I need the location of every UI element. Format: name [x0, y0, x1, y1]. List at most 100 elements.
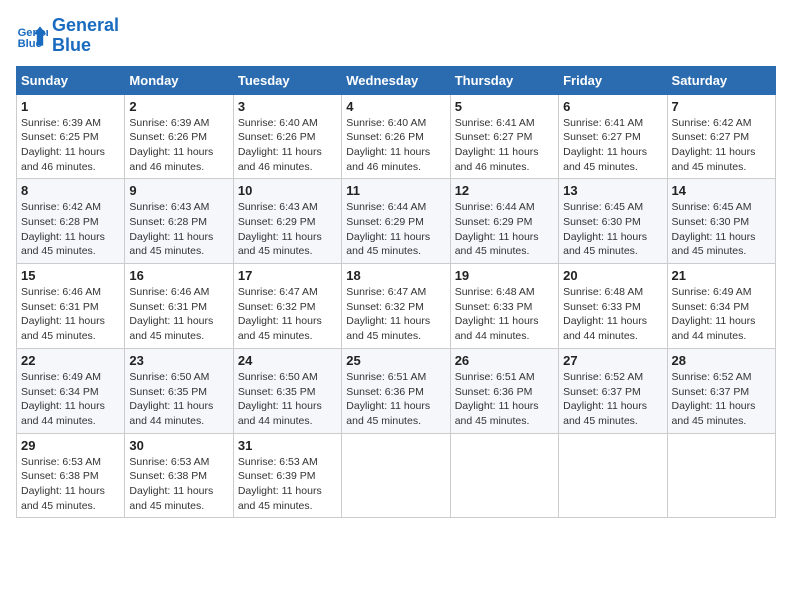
day-number: 21 — [672, 268, 771, 283]
day-number: 3 — [238, 99, 337, 114]
calendar-cell: 22 Sunrise: 6:49 AM Sunset: 6:34 PM Dayl… — [17, 348, 125, 433]
calendar-cell: 5 Sunrise: 6:41 AM Sunset: 6:27 PM Dayli… — [450, 94, 558, 179]
day-info: Sunrise: 6:43 AM Sunset: 6:29 PM Dayligh… — [238, 200, 337, 259]
week-row-1: 1 Sunrise: 6:39 AM Sunset: 6:25 PM Dayli… — [17, 94, 776, 179]
day-number: 1 — [21, 99, 120, 114]
weekday-header-tuesday: Tuesday — [233, 66, 341, 94]
day-number: 24 — [238, 353, 337, 368]
day-number: 23 — [129, 353, 228, 368]
week-row-3: 15 Sunrise: 6:46 AM Sunset: 6:31 PM Dayl… — [17, 264, 776, 349]
day-info: Sunrise: 6:53 AM Sunset: 6:38 PM Dayligh… — [129, 455, 228, 514]
calendar-cell: 10 Sunrise: 6:43 AM Sunset: 6:29 PM Dayl… — [233, 179, 341, 264]
logo-text-general: General — [52, 16, 119, 36]
day-number: 29 — [21, 438, 120, 453]
day-number: 11 — [346, 183, 445, 198]
calendar-cell: 18 Sunrise: 6:47 AM Sunset: 6:32 PM Dayl… — [342, 264, 450, 349]
weekday-header-wednesday: Wednesday — [342, 66, 450, 94]
calendar-cell — [559, 433, 667, 518]
day-info: Sunrise: 6:44 AM Sunset: 6:29 PM Dayligh… — [346, 200, 445, 259]
day-info: Sunrise: 6:49 AM Sunset: 6:34 PM Dayligh… — [672, 285, 771, 344]
day-info: Sunrise: 6:47 AM Sunset: 6:32 PM Dayligh… — [238, 285, 337, 344]
day-info: Sunrise: 6:49 AM Sunset: 6:34 PM Dayligh… — [21, 370, 120, 429]
calendar-cell: 15 Sunrise: 6:46 AM Sunset: 6:31 PM Dayl… — [17, 264, 125, 349]
day-number: 30 — [129, 438, 228, 453]
day-number: 26 — [455, 353, 554, 368]
page-header: General Blue General Blue — [16, 16, 776, 56]
day-number: 14 — [672, 183, 771, 198]
day-info: Sunrise: 6:46 AM Sunset: 6:31 PM Dayligh… — [129, 285, 228, 344]
day-number: 9 — [129, 183, 228, 198]
day-number: 4 — [346, 99, 445, 114]
day-info: Sunrise: 6:51 AM Sunset: 6:36 PM Dayligh… — [346, 370, 445, 429]
day-number: 17 — [238, 268, 337, 283]
day-info: Sunrise: 6:42 AM Sunset: 6:27 PM Dayligh… — [672, 116, 771, 175]
calendar-cell: 6 Sunrise: 6:41 AM Sunset: 6:27 PM Dayli… — [559, 94, 667, 179]
calendar-cell: 9 Sunrise: 6:43 AM Sunset: 6:28 PM Dayli… — [125, 179, 233, 264]
calendar-cell: 2 Sunrise: 6:39 AM Sunset: 6:26 PM Dayli… — [125, 94, 233, 179]
calendar-cell: 19 Sunrise: 6:48 AM Sunset: 6:33 PM Dayl… — [450, 264, 558, 349]
day-info: Sunrise: 6:45 AM Sunset: 6:30 PM Dayligh… — [672, 200, 771, 259]
calendar-cell: 21 Sunrise: 6:49 AM Sunset: 6:34 PM Dayl… — [667, 264, 775, 349]
calendar-cell — [342, 433, 450, 518]
calendar-cell: 1 Sunrise: 6:39 AM Sunset: 6:25 PM Dayli… — [17, 94, 125, 179]
calendar-cell: 27 Sunrise: 6:52 AM Sunset: 6:37 PM Dayl… — [559, 348, 667, 433]
calendar-cell: 14 Sunrise: 6:45 AM Sunset: 6:30 PM Dayl… — [667, 179, 775, 264]
week-row-4: 22 Sunrise: 6:49 AM Sunset: 6:34 PM Dayl… — [17, 348, 776, 433]
weekday-header-saturday: Saturday — [667, 66, 775, 94]
day-info: Sunrise: 6:53 AM Sunset: 6:39 PM Dayligh… — [238, 455, 337, 514]
day-number: 15 — [21, 268, 120, 283]
weekday-header-monday: Monday — [125, 66, 233, 94]
day-number: 5 — [455, 99, 554, 114]
day-number: 13 — [563, 183, 662, 198]
weekday-header-sunday: Sunday — [17, 66, 125, 94]
day-number: 6 — [563, 99, 662, 114]
calendar-cell: 17 Sunrise: 6:47 AM Sunset: 6:32 PM Dayl… — [233, 264, 341, 349]
calendar-cell: 7 Sunrise: 6:42 AM Sunset: 6:27 PM Dayli… — [667, 94, 775, 179]
day-info: Sunrise: 6:52 AM Sunset: 6:37 PM Dayligh… — [672, 370, 771, 429]
calendar-cell: 11 Sunrise: 6:44 AM Sunset: 6:29 PM Dayl… — [342, 179, 450, 264]
week-row-5: 29 Sunrise: 6:53 AM Sunset: 6:38 PM Dayl… — [17, 433, 776, 518]
day-number: 8 — [21, 183, 120, 198]
calendar-cell: 20 Sunrise: 6:48 AM Sunset: 6:33 PM Dayl… — [559, 264, 667, 349]
calendar-cell: 24 Sunrise: 6:50 AM Sunset: 6:35 PM Dayl… — [233, 348, 341, 433]
day-number: 19 — [455, 268, 554, 283]
day-info: Sunrise: 6:39 AM Sunset: 6:26 PM Dayligh… — [129, 116, 228, 175]
calendar-table: SundayMondayTuesdayWednesdayThursdayFrid… — [16, 66, 776, 519]
calendar-cell: 26 Sunrise: 6:51 AM Sunset: 6:36 PM Dayl… — [450, 348, 558, 433]
logo: General Blue General Blue — [16, 16, 119, 56]
calendar-cell: 29 Sunrise: 6:53 AM Sunset: 6:38 PM Dayl… — [17, 433, 125, 518]
day-number: 25 — [346, 353, 445, 368]
day-info: Sunrise: 6:41 AM Sunset: 6:27 PM Dayligh… — [455, 116, 554, 175]
day-number: 10 — [238, 183, 337, 198]
day-number: 28 — [672, 353, 771, 368]
day-number: 12 — [455, 183, 554, 198]
calendar-cell: 30 Sunrise: 6:53 AM Sunset: 6:38 PM Dayl… — [125, 433, 233, 518]
calendar-cell: 25 Sunrise: 6:51 AM Sunset: 6:36 PM Dayl… — [342, 348, 450, 433]
day-number: 31 — [238, 438, 337, 453]
calendar-cell: 28 Sunrise: 6:52 AM Sunset: 6:37 PM Dayl… — [667, 348, 775, 433]
day-info: Sunrise: 6:48 AM Sunset: 6:33 PM Dayligh… — [455, 285, 554, 344]
calendar-cell: 23 Sunrise: 6:50 AM Sunset: 6:35 PM Dayl… — [125, 348, 233, 433]
calendar-cell: 12 Sunrise: 6:44 AM Sunset: 6:29 PM Dayl… — [450, 179, 558, 264]
day-info: Sunrise: 6:42 AM Sunset: 6:28 PM Dayligh… — [21, 200, 120, 259]
calendar-cell — [450, 433, 558, 518]
day-number: 20 — [563, 268, 662, 283]
calendar-cell: 8 Sunrise: 6:42 AM Sunset: 6:28 PM Dayli… — [17, 179, 125, 264]
day-info: Sunrise: 6:40 AM Sunset: 6:26 PM Dayligh… — [238, 116, 337, 175]
day-info: Sunrise: 6:45 AM Sunset: 6:30 PM Dayligh… — [563, 200, 662, 259]
weekday-row: SundayMondayTuesdayWednesdayThursdayFrid… — [17, 66, 776, 94]
day-info: Sunrise: 6:40 AM Sunset: 6:26 PM Dayligh… — [346, 116, 445, 175]
weekday-header-friday: Friday — [559, 66, 667, 94]
calendar-cell: 31 Sunrise: 6:53 AM Sunset: 6:39 PM Dayl… — [233, 433, 341, 518]
week-row-2: 8 Sunrise: 6:42 AM Sunset: 6:28 PM Dayli… — [17, 179, 776, 264]
day-number: 2 — [129, 99, 228, 114]
day-info: Sunrise: 6:53 AM Sunset: 6:38 PM Dayligh… — [21, 455, 120, 514]
day-info: Sunrise: 6:50 AM Sunset: 6:35 PM Dayligh… — [129, 370, 228, 429]
day-info: Sunrise: 6:46 AM Sunset: 6:31 PM Dayligh… — [21, 285, 120, 344]
day-info: Sunrise: 6:51 AM Sunset: 6:36 PM Dayligh… — [455, 370, 554, 429]
weekday-header-thursday: Thursday — [450, 66, 558, 94]
calendar-cell — [667, 433, 775, 518]
calendar-cell: 16 Sunrise: 6:46 AM Sunset: 6:31 PM Dayl… — [125, 264, 233, 349]
day-info: Sunrise: 6:50 AM Sunset: 6:35 PM Dayligh… — [238, 370, 337, 429]
calendar-cell: 3 Sunrise: 6:40 AM Sunset: 6:26 PM Dayli… — [233, 94, 341, 179]
